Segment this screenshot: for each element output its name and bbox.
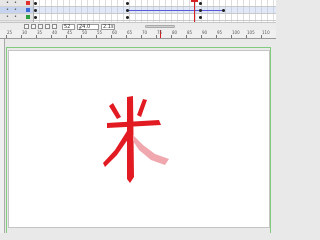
layer-row-1[interactable]: • •: [0, 0, 33, 7]
guide-line-left[interactable]: [6, 47, 7, 233]
guide-line-top[interactable]: [6, 47, 271, 48]
stroke-dot-left: [109, 103, 121, 119]
visibility-dot-icon[interactable]: •: [6, 14, 9, 20]
ruler-label: 30: [22, 30, 28, 35]
keyframe[interactable]: [126, 15, 129, 19]
ruler-tick: [246, 35, 247, 38]
frame-row-3[interactable]: [34, 14, 276, 21]
mi-character[interactable]: [103, 96, 169, 183]
onion-skin-button[interactable]: [31, 24, 36, 29]
ruler-label: 55: [97, 30, 103, 35]
ruler-label: 50: [82, 30, 88, 35]
edit-multiple-frames-button[interactable]: [45, 24, 50, 29]
ruler-tick: [21, 35, 22, 38]
keyframe[interactable]: [34, 8, 37, 12]
timeline-scrollbar[interactable]: [145, 25, 175, 28]
visibility-dot-icon[interactable]: •: [6, 0, 9, 6]
ruler-label: 65: [127, 30, 133, 35]
center-frame-button[interactable]: [24, 24, 29, 29]
keyframe[interactable]: [222, 8, 225, 12]
layer-row-2[interactable]: • •: [0, 7, 33, 14]
keyframe[interactable]: [34, 1, 37, 5]
motion-tween[interactable]: [129, 9, 199, 11]
vertical-ruler: [0, 39, 5, 233]
horizontal-ruler: 25 30 35 40 45 50 55 60 65 70 75 80 85 90 95 100 105 110: [0, 30, 276, 39]
layer-color-swatch[interactable]: [26, 8, 30, 12]
keyframe[interactable]: [126, 1, 129, 5]
stroke-right-falling: [133, 135, 169, 165]
ruler-label: 90: [202, 30, 208, 35]
ruler-label: 35: [37, 30, 43, 35]
ruler-label: 25: [7, 30, 13, 35]
ruler-label: 110: [262, 30, 270, 35]
ruler-tick: [231, 35, 232, 38]
ruler-tick: [201, 35, 202, 38]
ruler-label: 95: [217, 30, 223, 35]
stroke-dot-right: [137, 99, 147, 117]
stage-canvas[interactable]: [8, 50, 270, 228]
ruler-tick: [171, 35, 172, 38]
frame-row-2[interactable]: [34, 7, 276, 14]
playhead-line[interactable]: [194, 0, 195, 22]
ruler-label: 70: [142, 30, 148, 35]
motion-tween[interactable]: [202, 9, 222, 11]
ruler-tick: [66, 35, 67, 38]
visibility-dot-icon[interactable]: •: [6, 7, 9, 13]
ruler-tick: [186, 35, 187, 38]
timeline-panel: • • • • • • 52 24.0 2.1s: [0, 0, 276, 34]
lock-dot-icon[interactable]: •: [14, 0, 17, 6]
keyframe[interactable]: [34, 15, 37, 19]
ruler-tick: [6, 35, 7, 38]
character-drawing: [103, 96, 169, 183]
ruler-tick: [216, 35, 217, 38]
lock-dot-icon[interactable]: •: [14, 14, 17, 20]
ruler-tick: [81, 35, 82, 38]
stroke-horizontal: [107, 120, 161, 128]
ruler-label: 100: [232, 30, 240, 35]
modify-markers-button[interactable]: [52, 24, 57, 29]
frame-grid[interactable]: [34, 0, 276, 22]
onion-outline-button[interactable]: [38, 24, 43, 29]
ruler-tick: [51, 35, 52, 38]
ruler-label: 80: [172, 30, 178, 35]
layer-color-swatch[interactable]: [26, 1, 30, 5]
layer-color-swatch[interactable]: [26, 15, 30, 19]
ruler-tick: [111, 35, 112, 38]
stroke-vertical: [127, 96, 134, 183]
ruler-tick: [126, 35, 127, 38]
ruler-label: 85: [187, 30, 193, 35]
ruler-label: 105: [247, 30, 255, 35]
ruler-tick: [96, 35, 97, 38]
keyframe[interactable]: [199, 1, 202, 5]
ruler-tick: [36, 35, 37, 38]
stroke-left-falling: [103, 131, 131, 167]
ruler-label: 45: [67, 30, 73, 35]
layer-list: • • • • • •: [0, 0, 34, 22]
ruler-tick: [141, 35, 142, 38]
ruler-label: 75: [157, 30, 163, 35]
layer-row-3[interactable]: • •: [0, 14, 33, 21]
ruler-label: 60: [112, 30, 118, 35]
ruler-tick: [261, 35, 262, 38]
frame-row-1[interactable]: [34, 0, 276, 7]
ruler-tick: [156, 35, 157, 38]
keyframe[interactable]: [199, 15, 202, 19]
ruler-label: 40: [52, 30, 58, 35]
lock-dot-icon[interactable]: •: [14, 7, 17, 13]
stage-area: [0, 39, 276, 233]
